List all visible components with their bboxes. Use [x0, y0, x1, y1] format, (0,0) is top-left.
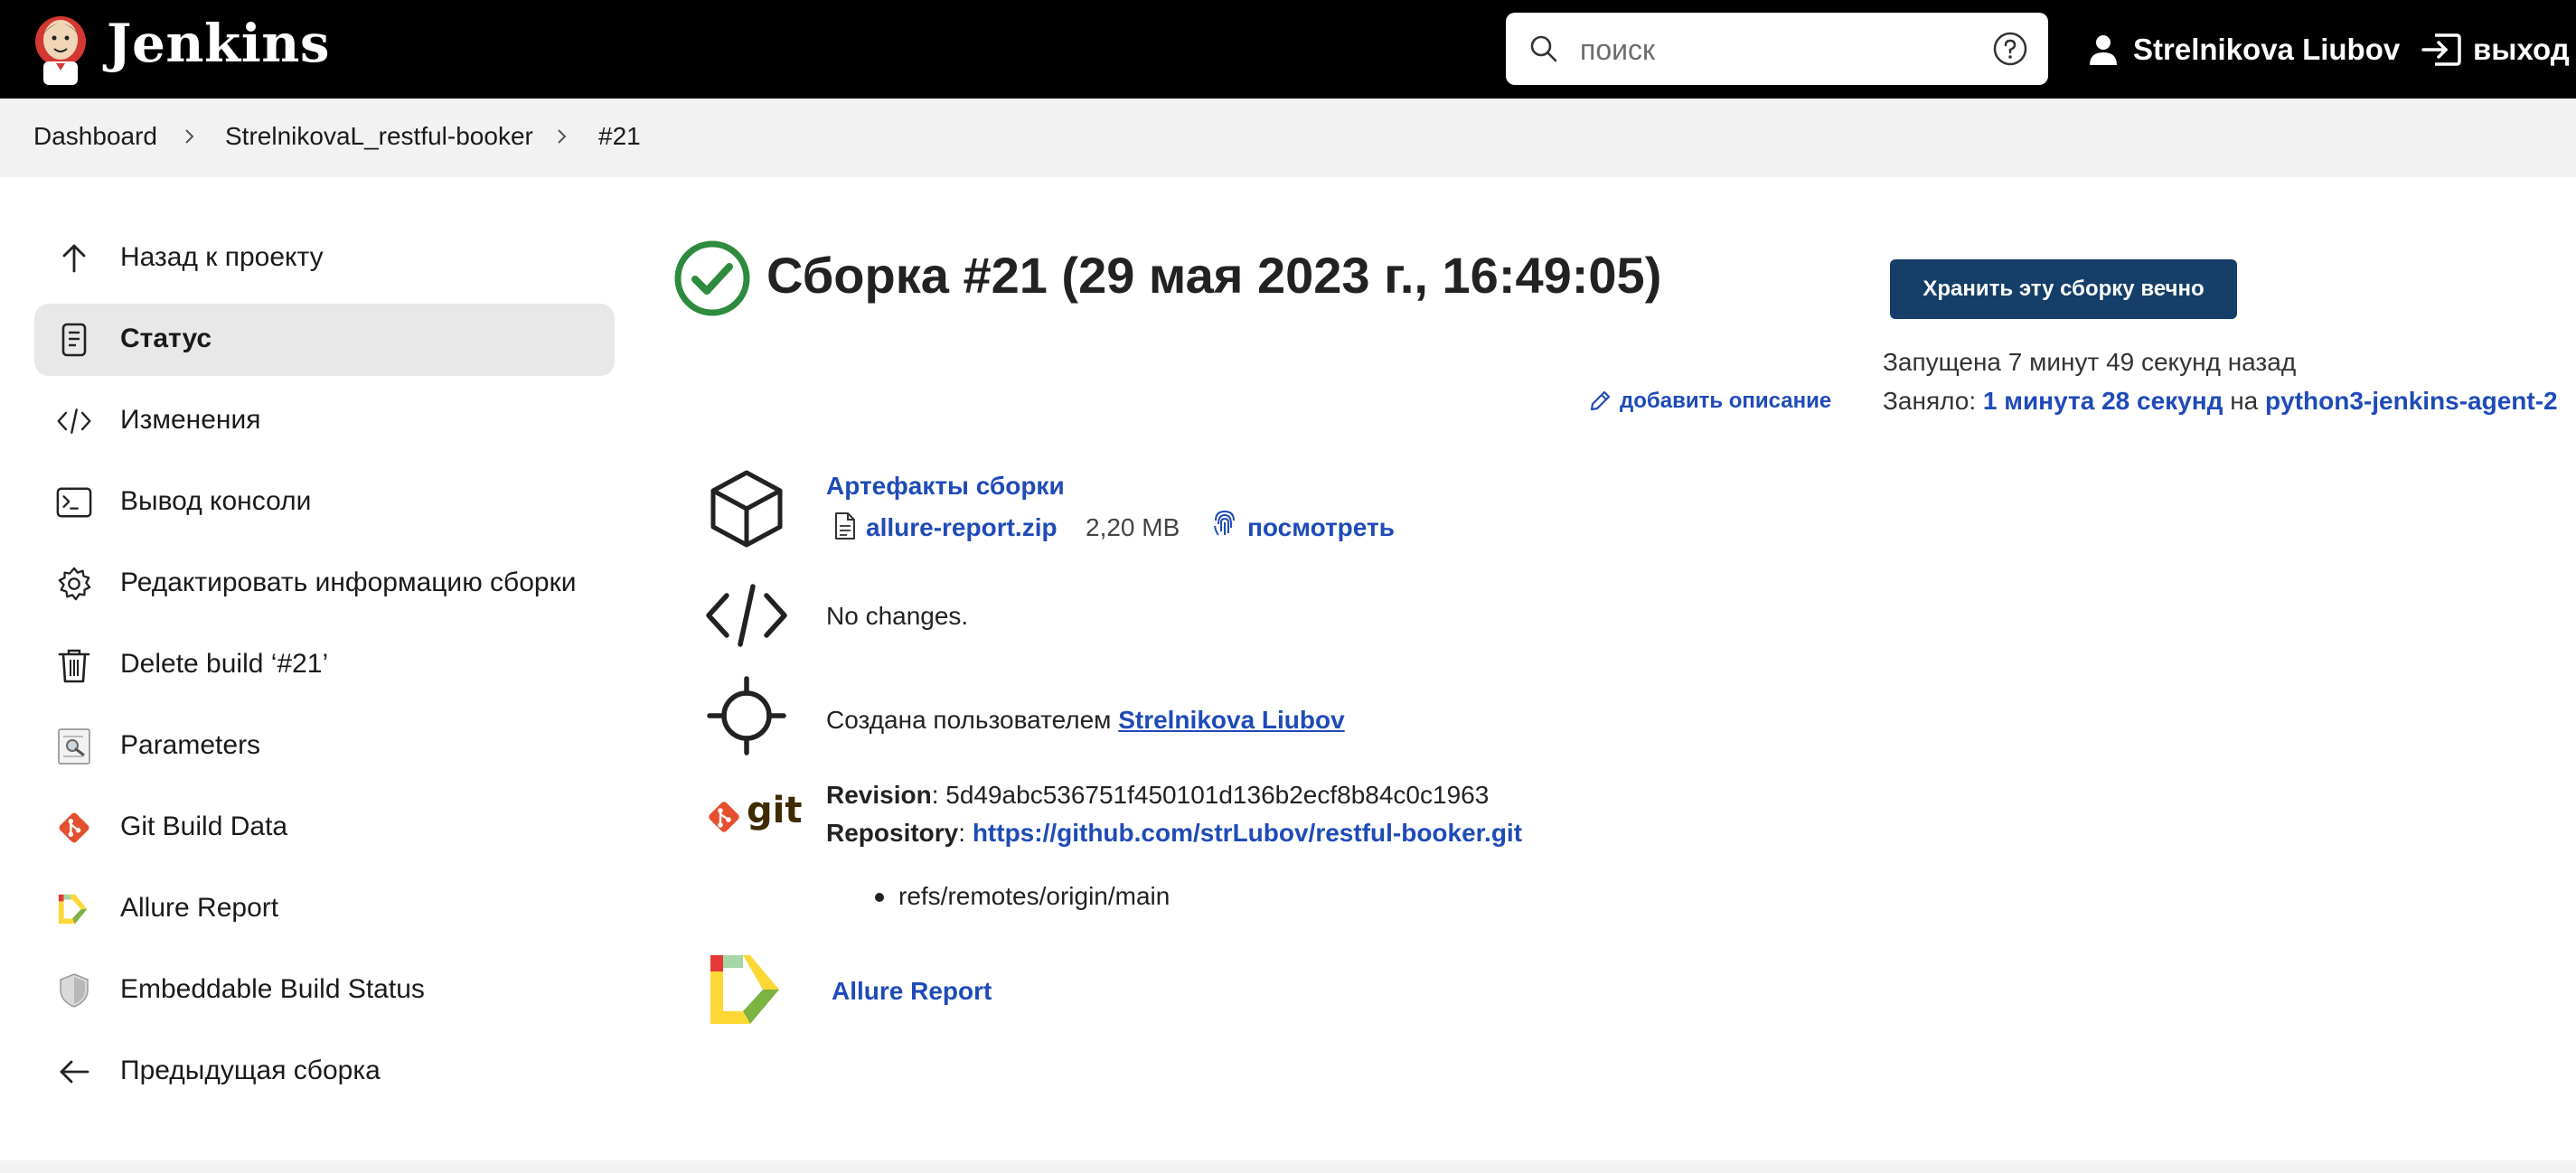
build-started-time: Запущена 7 минут 49 секунд назад: [1883, 348, 2297, 376]
keep-build-forever-button[interactable]: Хранить эту сборку вечно: [1890, 259, 2237, 319]
build-duration-info: Заняло: 1 минута 28 секунд на python3-je…: [1883, 387, 2558, 416]
breadcrumb-dashboard[interactable]: Dashboard: [33, 122, 157, 151]
terminal-icon: [56, 484, 92, 521]
chevron-right-icon: [185, 129, 194, 144]
revision-hash: 5d49abc536751f450101d136b2ecf8b84c0c1963: [945, 781, 1490, 809]
started-by-user-link[interactable]: Strelnikova Liubov: [1118, 706, 1345, 734]
trash-icon: [56, 647, 92, 683]
jenkins-logo-icon[interactable]: [31, 11, 90, 87]
sidebar-item-label: Git Build Data: [120, 812, 288, 841]
revision-label: Revision: [826, 781, 932, 809]
git-label: git: [747, 790, 803, 831]
logout-label: выход: [2473, 33, 2570, 66]
sidebar-item-delete-build[interactable]: Delete build ‘#21’: [34, 629, 615, 701]
top-bar: Jenkins Strelnikova Liubov выход: [0, 0, 2576, 99]
sidebar-item-label: Изменения: [120, 405, 261, 435]
sidebar-item-git-build-data[interactable]: Git Build Data: [34, 792, 615, 864]
allure-logo-icon: [701, 944, 792, 1035]
started-by-label: Создана пользователем: [826, 706, 1112, 734]
user-menu[interactable]: Strelnikova Liubov: [2086, 27, 2400, 72]
sidebar-item-changes[interactable]: Изменения: [34, 385, 615, 457]
artifacts-link[interactable]: Артефакты сборки: [826, 472, 1065, 501]
repository-row: Repository: https://github.com/strLubov/…: [826, 819, 1523, 847]
breadcrumb-project[interactable]: StrelnikovaL_restful-booker: [225, 122, 533, 151]
file-icon: [835, 512, 855, 540]
revision-row: Revision: 5d49abc536751f450101d136b2ecf8…: [826, 781, 1490, 809]
pencil-icon: [1590, 390, 1611, 411]
sidebar-item-console-output[interactable]: Вывод консоли: [34, 466, 615, 539]
success-status-icon: [674, 240, 750, 316]
search-input[interactable]: [1578, 29, 1943, 70]
user-icon: [2090, 35, 2117, 65]
document-icon: [56, 322, 92, 358]
package-icon: [701, 463, 792, 553]
user-name: Strelnikova Liubov: [2133, 33, 2401, 66]
git-icon: [56, 810, 92, 846]
chevron-right-icon: [558, 129, 567, 144]
sidebar-item-embeddable-build-status[interactable]: Embeddable Build Status: [34, 954, 615, 1027]
shield-icon: [56, 972, 92, 1009]
no-changes-text: No changes.: [826, 602, 969, 630]
sidebar-item-label: Parameters: [120, 730, 261, 760]
sidebar-item-back-to-project[interactable]: Назад к проекту: [34, 222, 615, 295]
repository-label: Repository: [826, 819, 959, 847]
sidebar-item-parameters[interactable]: Parameters: [34, 710, 615, 783]
sidebar-item-label: Embeddable Build Status: [120, 974, 425, 1004]
code-icon: [56, 403, 92, 439]
sidebar-item-previous-build[interactable]: Предыдущая сборка: [34, 1036, 615, 1108]
view-fingerprint-link[interactable]: посмотреть: [1247, 513, 1395, 542]
sidebar-item-label: Allure Report: [120, 893, 279, 923]
took-label: Заняло:: [1883, 387, 1977, 415]
bullet: [875, 893, 884, 902]
logout-link[interactable]: выход: [2421, 27, 2570, 72]
footer-divider: [0, 1160, 2576, 1173]
sidebar-item-label: Редактировать информацию сборки: [120, 568, 577, 597]
help-icon[interactable]: [1992, 31, 2028, 67]
parameters-icon: [56, 728, 92, 765]
gear-icon: [56, 566, 92, 602]
logout-icon: [2421, 33, 2461, 66]
sidebar-item-edit-build-info[interactable]: Редактировать информацию сборки: [34, 548, 615, 620]
allure-icon: [56, 891, 92, 927]
sidebar-item-label: Статус: [120, 324, 212, 353]
artifact-file-link[interactable]: allure-report.zip: [866, 513, 1058, 542]
search-icon: [1530, 35, 1557, 62]
allure-report-link[interactable]: Allure Report: [832, 977, 992, 1006]
crosshair-icon: [701, 671, 792, 761]
sidebar-item-label: Вывод консоли: [120, 486, 312, 516]
arrow-left-icon: [56, 1054, 92, 1090]
repository-link[interactable]: https://github.com/strLubov/restful-book…: [973, 819, 1522, 847]
search-box: [1506, 13, 2048, 85]
add-description-label: добавить описание: [1620, 389, 1832, 413]
sidebar-item-label: Назад к проекту: [120, 242, 324, 272]
sidebar-item-label: Delete build ‘#21’: [120, 649, 329, 679]
sidebar-item-allure-report[interactable]: Allure Report: [34, 873, 615, 945]
duration-link[interactable]: 1 минута 28 секунд: [1983, 387, 2223, 415]
on-label: на: [2230, 387, 2259, 415]
fingerprint-icon: [1214, 510, 1235, 536]
breadcrumb-build[interactable]: #21: [598, 122, 641, 151]
sidebar-item-status[interactable]: Статус: [34, 304, 615, 376]
arrow-up-icon: [56, 240, 92, 277]
sidebar-item-label: Предыдущая сборка: [120, 1056, 381, 1085]
page-title: Сборка #21 (29 мая 2023 г., 16:49:05): [766, 247, 1662, 304]
breadcrumb: Dashboard StrelnikovaL_restful-booker #2…: [0, 99, 2576, 177]
started-by-text: Создана пользователем Strelnikova Liubov: [826, 706, 1345, 735]
add-description-link[interactable]: добавить описание: [1587, 389, 1831, 414]
code-icon: [701, 570, 792, 661]
agent-link[interactable]: python3-jenkins-agent-2: [2265, 387, 2558, 415]
artifact-file-size: 2,20 MB: [1086, 513, 1180, 541]
brand-name[interactable]: Jenkins: [107, 13, 330, 74]
branch-item: refs/remotes/origin/main: [898, 882, 1170, 910]
